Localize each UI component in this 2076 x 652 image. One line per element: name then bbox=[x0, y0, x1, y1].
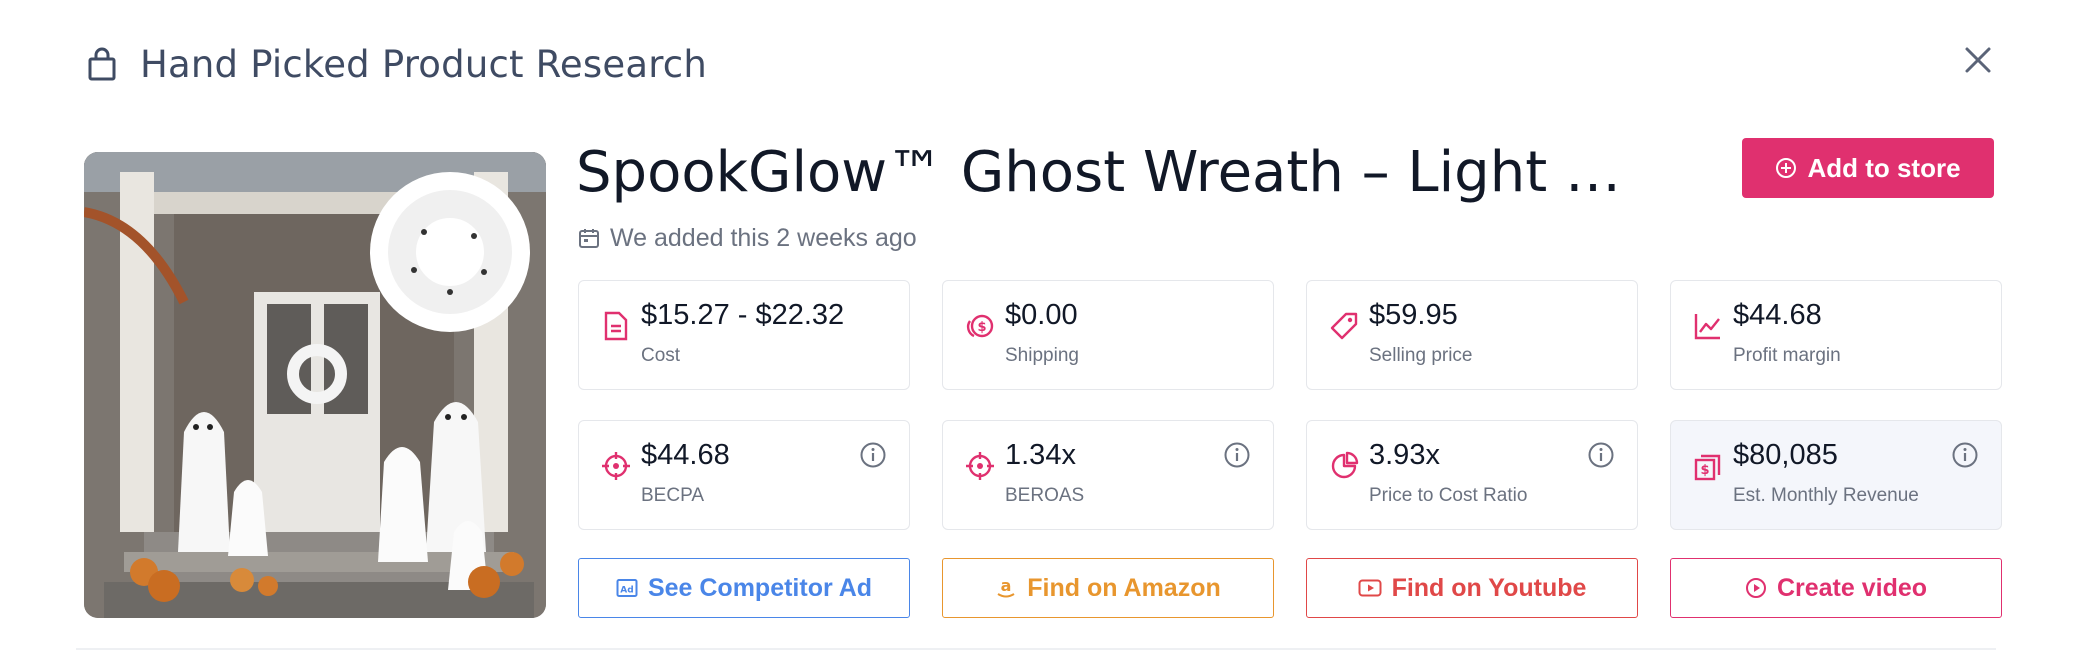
metric-label: BECPA bbox=[641, 485, 705, 506]
metric-value: 1.34x bbox=[1005, 439, 1076, 471]
svg-text:$: $ bbox=[1700, 463, 1709, 478]
product-title: SpookGlow™ Ghost Wreath – Light Up… bbox=[576, 140, 1656, 205]
create-video-button[interactable]: Create video bbox=[1670, 558, 2002, 618]
metric-label: Profit margin bbox=[1733, 345, 1841, 366]
metric-value: $15.27 - $22.32 bbox=[641, 299, 845, 331]
create-video-label: Create video bbox=[1776, 573, 1928, 602]
find-on-youtube-button[interactable]: Find on Youtube bbox=[1306, 558, 1638, 618]
metric-card-becpa: $44.68 BECPA bbox=[578, 420, 910, 530]
info-icon[interactable] bbox=[859, 441, 887, 469]
cash-icon: $ bbox=[1691, 449, 1725, 483]
find-on-amazon-button[interactable]: a Find on Amazon bbox=[942, 558, 1274, 618]
document-icon bbox=[599, 309, 633, 343]
shopping-bag-icon bbox=[84, 42, 120, 86]
metric-card-price-cost-ratio: 3.93x Price to Cost Ratio bbox=[1306, 420, 1638, 530]
price-tag-icon bbox=[1327, 309, 1361, 343]
metric-card-shipping: $ $0.00 Shipping bbox=[942, 280, 1274, 390]
info-icon[interactable] bbox=[1951, 441, 1979, 469]
metric-card-beroas: 1.34x BEROAS bbox=[942, 420, 1274, 530]
calendar-icon bbox=[579, 229, 599, 248]
info-icon[interactable] bbox=[1223, 441, 1251, 469]
info-icon[interactable] bbox=[1587, 441, 1615, 469]
added-text: We added this 2 weeks ago bbox=[610, 223, 917, 252]
close-icon bbox=[1965, 47, 1991, 73]
metric-value: $80,085 bbox=[1733, 439, 1838, 471]
metric-card-cost: $15.27 - $22.32 Cost bbox=[578, 280, 910, 390]
plus-circle-icon bbox=[1776, 158, 1797, 178]
trend-chart-icon bbox=[1691, 309, 1725, 343]
metric-label: Selling price bbox=[1369, 345, 1473, 366]
divider bbox=[76, 648, 1996, 650]
metric-card-profit-margin: $44.68 Profit margin bbox=[1670, 280, 2002, 390]
modal-header: Hand Picked Product Research bbox=[84, 38, 707, 90]
add-to-store-label: Add to store bbox=[1807, 152, 1961, 183]
see-competitor-ad-button[interactable]: Ad See Competitor Ad bbox=[578, 558, 910, 618]
svg-text:$: $ bbox=[977, 320, 986, 335]
product-image bbox=[84, 152, 546, 618]
modal-title: Hand Picked Product Research bbox=[140, 42, 707, 86]
close-button[interactable] bbox=[1950, 38, 2006, 82]
metric-value: $44.68 bbox=[1733, 299, 1822, 331]
find-on-youtube-label: Find on Youtube bbox=[1391, 573, 1587, 602]
crosshair-icon bbox=[599, 449, 633, 483]
metric-label: Price to Cost Ratio bbox=[1369, 485, 1528, 506]
added-date: We added this 2 weeks ago bbox=[578, 220, 917, 256]
svg-text:a: a bbox=[1001, 577, 1012, 595]
metric-card-monthly-revenue: $ $80,085 Est. Monthly Revenue bbox=[1670, 420, 2002, 530]
metric-value: $59.95 bbox=[1369, 299, 1458, 331]
metric-label: Shipping bbox=[1005, 345, 1079, 366]
find-on-amazon-label: Find on Amazon bbox=[1027, 573, 1221, 602]
pie-chart-icon bbox=[1327, 449, 1361, 483]
see-competitor-ad-label: See Competitor Ad bbox=[647, 573, 873, 602]
metric-value: 3.93x bbox=[1369, 439, 1440, 471]
amazon-icon: a bbox=[997, 577, 1015, 598]
metric-card-selling-price: $59.95 Selling price bbox=[1306, 280, 1638, 390]
metric-label: BEROAS bbox=[1005, 485, 1085, 506]
ad-icon: Ad bbox=[616, 579, 638, 597]
add-to-store-button[interactable]: Add to store bbox=[1742, 138, 1994, 198]
play-circle-icon bbox=[1745, 578, 1766, 598]
metric-value: $0.00 bbox=[1005, 299, 1078, 331]
metric-label: Cost bbox=[641, 345, 681, 366]
metric-value: $44.68 bbox=[641, 439, 730, 471]
youtube-icon bbox=[1358, 579, 1382, 597]
metric-label: Est. Monthly Revenue bbox=[1733, 485, 1919, 506]
crosshair-icon bbox=[963, 449, 997, 483]
coins-icon: $ bbox=[963, 309, 997, 343]
svg-text:Ad: Ad bbox=[620, 586, 633, 596]
